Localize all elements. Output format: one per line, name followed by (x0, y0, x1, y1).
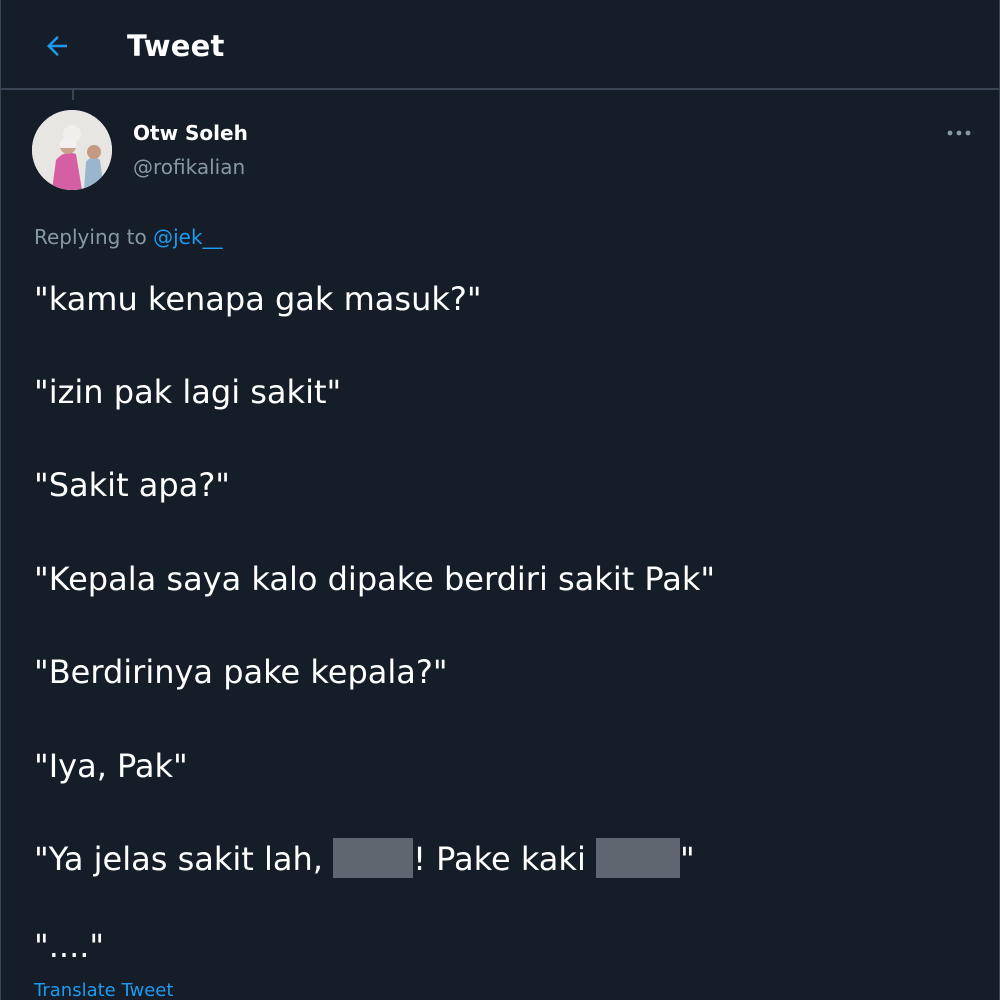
replying-to-label: Replying to (34, 225, 147, 249)
tweet-page: Tweet Otw Soleh @rofikalian Replying to … (0, 0, 1000, 1000)
tweet-text-line: "Kepala saya kalo dipake berdiri sakit P… (34, 560, 716, 598)
thread-connector (72, 90, 74, 100)
author-handle[interactable]: @rofikalian (133, 152, 245, 182)
censor-block (333, 838, 414, 878)
avatar[interactable] (32, 110, 112, 190)
tweet-text-line: "Berdirinya pake kepala?" (34, 653, 448, 691)
tweet-text-line: "...." (34, 927, 105, 965)
back-button[interactable] (35, 24, 79, 68)
replying-to: Replying to @jek__ (34, 222, 223, 252)
more-horizontal-icon (947, 130, 971, 136)
replying-to-handle-link[interactable]: @jek__ (153, 225, 222, 249)
avatar-image (32, 110, 112, 190)
arrow-left-icon (47, 36, 67, 56)
header: Tweet (1, 0, 999, 90)
tweet-text-line-censored: "Ya jelas sakit lah, ! Pake kaki " (34, 838, 695, 881)
tweet-text-line: "Iya, Pak" (34, 747, 188, 785)
censored-line-part-1: "Ya jelas sakit lah, (34, 840, 334, 878)
author-name[interactable]: Otw Soleh (133, 118, 248, 148)
tweet-text-line: "kamu kenapa gak masuk?" (34, 280, 482, 318)
translate-tweet-link[interactable]: Translate Tweet (34, 978, 173, 1000)
tweet-text-line: "izin pak lagi sakit" (34, 373, 342, 411)
page-title: Tweet (127, 29, 225, 63)
censor-block (596, 838, 680, 878)
censored-line-part-3: " (680, 840, 695, 878)
tweet-text-line: "Sakit apa?" (34, 466, 231, 504)
more-options-button[interactable] (939, 118, 979, 148)
censored-line-part-2: ! Pake kaki (413, 840, 596, 878)
